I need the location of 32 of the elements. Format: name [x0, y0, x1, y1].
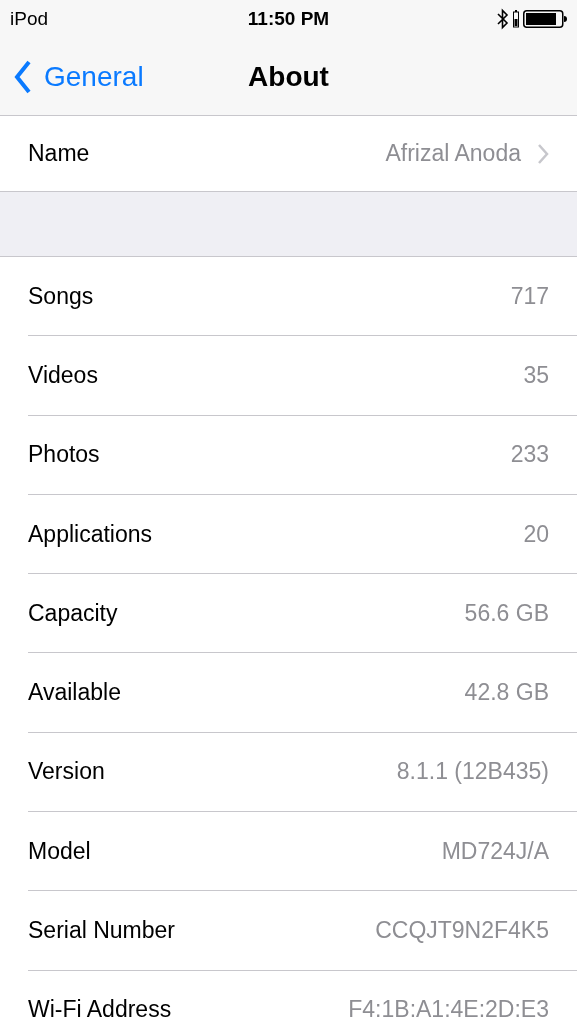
row-value: 35 [523, 361, 549, 389]
name-row[interactable]: Name Afrizal Anoda [0, 116, 577, 192]
bluetooth-icon [497, 8, 509, 30]
row-label: Name [28, 140, 90, 167]
row-value: 8.1.1 (12B435) [396, 758, 549, 786]
row-label: Version [28, 758, 105, 786]
row-value: 233 [510, 441, 549, 469]
row-value: 20 [523, 520, 549, 548]
row-value: 42.8 GB [464, 679, 549, 707]
row-value: 717 [510, 282, 549, 310]
status-time: 11:50 PM [247, 8, 330, 30]
back-chevron-icon [14, 58, 32, 95]
row-label: Capacity [28, 599, 118, 627]
row-value: MD724J/A [441, 837, 549, 865]
battery-icon [523, 10, 567, 28]
row-value: F4:1B:A1:4E:2D:E3 [348, 996, 549, 1024]
row-label: Available [28, 679, 121, 707]
page-title: About [248, 60, 329, 93]
row-label: Photos [28, 441, 100, 469]
row-value: Afrizal Anoda [385, 140, 521, 167]
row-label: Model [28, 837, 91, 865]
row-label: Videos [28, 361, 98, 389]
small-battery-icon [513, 10, 519, 28]
row-label: Songs [28, 282, 94, 310]
carrier-name: iPod [10, 8, 49, 30]
row-label: Applications [28, 520, 153, 548]
chevron-right-icon [537, 142, 549, 165]
back-button[interactable]: General [0, 58, 144, 95]
row-value: CCQJT9N2F4K5 [375, 917, 549, 944]
row-label: Wi-Fi Address [28, 996, 172, 1024]
row-value: 56.6 GB [464, 599, 549, 627]
row-label: Serial Number [28, 917, 175, 944]
